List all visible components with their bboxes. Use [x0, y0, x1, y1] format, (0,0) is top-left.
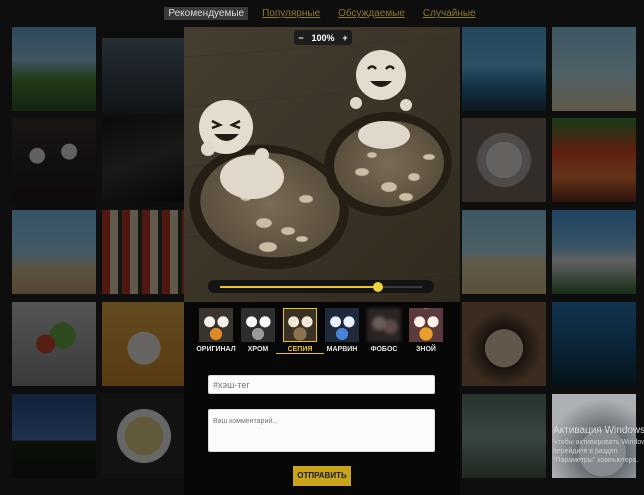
filter-intensity-slider[interactable]	[208, 280, 434, 293]
grid-photo-sushi-box[interactable]	[102, 210, 186, 294]
activation-text: Чтобы активировать Windows, перейдите в …	[553, 439, 644, 464]
filter-thumb-phobos	[367, 308, 401, 342]
filter-heat[interactable]: ЗНОЙ	[406, 304, 446, 358]
tab-popular[interactable]: Популярные	[258, 7, 324, 20]
filter-label: СЕПИЯ	[276, 346, 324, 354]
slider-track[interactable]	[220, 282, 422, 292]
zoom-level: 100%	[311, 32, 335, 43]
edited-photo	[184, 27, 460, 302]
filter-label: МАРВИН	[326, 346, 358, 353]
filter-label: ЗНОЙ	[416, 346, 436, 353]
grid-photo-sports-car[interactable]	[102, 118, 186, 202]
filter-label: ФОБОС	[370, 346, 398, 353]
tab-discussed[interactable]: Обсуждаемые	[334, 7, 409, 20]
grid-photo-sea-cliff[interactable]	[462, 27, 546, 111]
filter-label: ХРОМ	[247, 346, 269, 353]
filter-chrome[interactable]: ХРОМ	[238, 304, 278, 358]
filter-thumb-chrome	[241, 308, 275, 342]
filter-phobos[interactable]: ФОБОС	[364, 304, 404, 358]
grid-photo-white-car[interactable]	[552, 210, 636, 294]
grid-photo-pasta[interactable]	[102, 394, 186, 478]
comment-textarea[interactable]	[208, 409, 435, 452]
grid-photo-rice-bowls[interactable]	[12, 118, 96, 202]
gallery-app: Рекомендуемые Популярные Обсуждаемые Слу…	[0, 0, 644, 495]
zoom-in-button[interactable]: +	[338, 33, 352, 43]
filter-original[interactable]: ОРИГИНАЛ	[196, 304, 236, 358]
tab-recommended[interactable]: Рекомендуемые	[164, 7, 249, 20]
grid-photo-beach-woman[interactable]	[12, 210, 96, 294]
grid-photo-tent-lake[interactable]	[552, 302, 636, 386]
grid-photo-pug[interactable]	[462, 302, 546, 386]
filter-thumb-sepia	[283, 308, 317, 342]
grid-photo-woman-beach[interactable]	[552, 27, 636, 111]
grid-photo-cake-plate[interactable]	[462, 118, 546, 202]
zoom-out-button[interactable]: −	[294, 33, 308, 43]
grid-photo-tropical-house[interactable]	[12, 27, 96, 111]
send-button[interactable]: ОТПРАВИТЬ	[293, 466, 351, 486]
filter-thumb-original	[199, 308, 233, 342]
filter-marvin[interactable]: МАРВИН	[322, 304, 362, 358]
filter-thumb-marvin	[325, 308, 359, 342]
filter-thumb-heat	[409, 308, 443, 342]
grid-photo-cocktail[interactable]	[552, 118, 636, 202]
filter-strip: ОРИГИНАЛ ХРОМ СЕПИЯ МАРВИН ФОБОС ЗНОЙ	[196, 304, 446, 358]
grid-photo-palms[interactable]	[12, 394, 96, 478]
grid-photo-car-street[interactable]	[102, 38, 186, 114]
grid-photo-salad[interactable]	[12, 302, 96, 386]
filter-label: ОРИГИНАЛ	[196, 346, 236, 353]
category-tabs: Рекомендуемые Популярные Обсуждаемые Слу…	[0, 7, 644, 20]
windows-activation-watermark: Активация Windows Чтобы активировать Win…	[553, 425, 644, 465]
grid-photo-sushi-cat[interactable]	[102, 302, 186, 386]
slider-handle[interactable]	[372, 282, 383, 292]
zoom-control: − 100% +	[294, 30, 352, 45]
filter-sepia[interactable]: СЕПИЯ	[276, 304, 324, 358]
grid-photo-beach-sand[interactable]	[462, 210, 546, 294]
tab-random[interactable]: Случайные	[419, 7, 480, 20]
hashtag-input[interactable]	[208, 375, 435, 394]
slider-fill	[220, 286, 378, 288]
activation-title: Активация Windows	[553, 425, 644, 436]
grid-photo-forest-car[interactable]	[462, 394, 546, 478]
